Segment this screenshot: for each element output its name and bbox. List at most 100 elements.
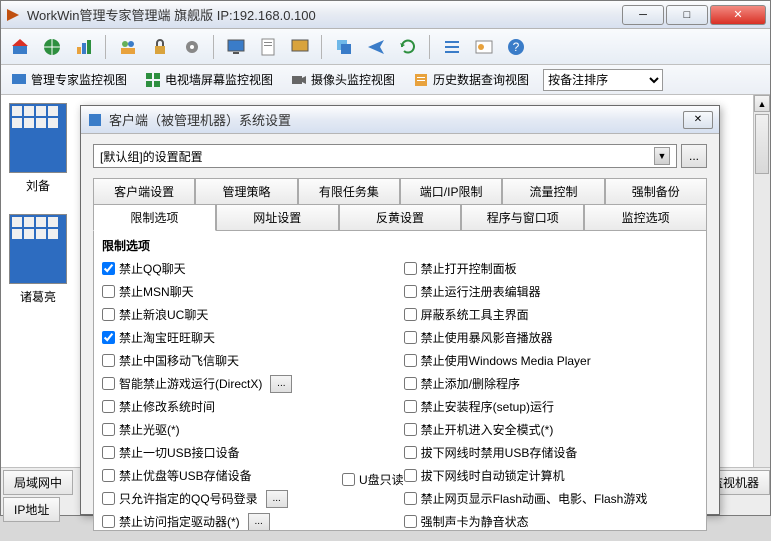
option-checkbox[interactable] (102, 423, 115, 436)
camera-view-label: 摄像头监控视图 (311, 71, 395, 88)
tool-list-icon[interactable] (439, 34, 465, 60)
client-name-label: 诸葛亮 (9, 288, 67, 305)
minimize-button[interactable]: ─ (622, 5, 664, 25)
ip-tab[interactable]: IP地址 (3, 497, 60, 522)
option-row: 禁止优盘等USB存储设备 (102, 465, 342, 486)
dialog-tab[interactable]: 网址设置 (216, 205, 339, 231)
option-checkbox[interactable] (404, 446, 417, 459)
option-label: 禁止安装程序(setup)运行 (421, 398, 554, 415)
option-label: 禁止添加/删除程序 (421, 375, 520, 392)
tool-users-icon[interactable] (115, 34, 141, 60)
tool-home-icon[interactable] (7, 34, 33, 60)
option-checkbox[interactable] (102, 515, 115, 528)
dialog-tabs: 客户端设置管理策略有限任务集端口/IP限制流量控制强制备份 限制选项网址设置反黄… (93, 178, 707, 231)
option-checkbox[interactable] (102, 262, 115, 275)
dialog-titlebar: 客户端（被管理机器）系统设置 ✕ (81, 106, 719, 134)
option-label: 只允许指定的QQ号码登录 (119, 490, 258, 507)
option-label: 禁止使用暴风影音播放器 (421, 329, 553, 346)
tool-chart-icon[interactable] (71, 34, 97, 60)
option-checkbox[interactable] (404, 492, 417, 505)
scroll-thumb[interactable] (755, 114, 769, 174)
config-combo[interactable]: [默认组]的设置配置 ▼ (93, 144, 677, 168)
option-label: 屏蔽系统工具主界面 (421, 306, 529, 323)
dialog-close-button[interactable]: ✕ (683, 111, 713, 129)
close-button[interactable]: ✕ (710, 5, 766, 25)
history-view-button[interactable]: 历史数据查询视图 (409, 69, 533, 90)
option-checkbox[interactable] (404, 308, 417, 321)
vertical-scrollbar[interactable]: ▲ (753, 95, 770, 467)
history-icon (413, 72, 429, 88)
tool-lock-icon[interactable] (147, 34, 173, 60)
tool-monitor-icon[interactable] (223, 34, 249, 60)
dialog-tab[interactable]: 有限任务集 (298, 178, 400, 205)
option-label: 禁止运行注册表编辑器 (421, 283, 541, 300)
option-checkbox[interactable] (404, 262, 417, 275)
tool-copy-icon[interactable] (331, 34, 357, 60)
option-config-button[interactable]: ... (266, 490, 288, 508)
option-checkbox[interactable] (404, 331, 417, 344)
options-left-column: 禁止QQ聊天禁止MSN聊天禁止新浪UC聊天禁止淘宝旺旺聊天禁止中国移动飞信聊天智… (102, 258, 342, 531)
scroll-up-icon[interactable]: ▲ (754, 95, 770, 112)
option-checkbox[interactable] (102, 377, 115, 390)
dialog-tab[interactable]: 限制选项 (93, 205, 216, 231)
option-checkbox[interactable] (404, 469, 417, 482)
option-checkbox[interactable] (404, 515, 417, 528)
option-row: 禁止淘宝旺旺聊天 (102, 327, 342, 348)
tool-card-icon[interactable] (471, 34, 497, 60)
option-row: 禁止中国移动飞信聊天 (102, 350, 342, 371)
option-checkbox[interactable] (404, 423, 417, 436)
main-toolbar: ? (1, 29, 770, 65)
toolbar-separator (213, 35, 215, 59)
section-title: 限制选项 (102, 237, 698, 254)
option-checkbox[interactable] (102, 492, 115, 505)
tool-doc-icon[interactable] (255, 34, 281, 60)
dialog-tab[interactable]: 客户端设置 (93, 178, 195, 205)
desktop-preview-icon (9, 214, 67, 284)
u-readonly-checkbox[interactable] (342, 473, 355, 486)
camera-view-button[interactable]: 摄像头监控视图 (287, 69, 399, 90)
option-checkbox[interactable] (404, 400, 417, 413)
option-label: 禁止网页显示Flash动画、电影、Flash游戏 (421, 490, 648, 507)
dialog-tab[interactable]: 端口/IP限制 (400, 178, 502, 205)
option-checkbox[interactable] (102, 285, 115, 298)
lan-tab[interactable]: 局域网中 (3, 470, 73, 495)
chevron-down-icon[interactable]: ▼ (654, 147, 670, 165)
option-checkbox[interactable] (102, 446, 115, 459)
maximize-button[interactable]: □ (666, 5, 708, 25)
option-label: 禁止使用Windows Media Player (421, 352, 591, 369)
expert-view-button[interactable]: 管理专家监控视图 (7, 69, 131, 90)
option-config-button[interactable]: ... (270, 375, 292, 393)
sort-select[interactable]: 按备注排序 (543, 69, 663, 91)
option-checkbox[interactable] (102, 354, 115, 367)
dialog-tab[interactable]: 管理策略 (195, 178, 297, 205)
tool-help-icon[interactable]: ? (503, 34, 529, 60)
tool-send-icon[interactable] (363, 34, 389, 60)
option-label: 禁止修改系统时间 (119, 398, 215, 415)
dialog-tab[interactable]: 反黄设置 (339, 205, 462, 231)
dialog-tab[interactable]: 监控选项 (584, 205, 707, 231)
option-row: 智能禁止游戏运行(DirectX)... (102, 373, 342, 394)
option-config-button[interactable]: ... (248, 513, 270, 531)
tool-gear-icon[interactable] (179, 34, 205, 60)
option-label: 禁止光驱(*) (119, 421, 180, 438)
option-checkbox[interactable] (404, 285, 417, 298)
option-checkbox[interactable] (102, 400, 115, 413)
option-checkbox[interactable] (102, 469, 115, 482)
dialog-tab[interactable]: 强制备份 (605, 178, 707, 205)
client-thumbnail[interactable]: 刘备 (9, 103, 67, 194)
tool-globe-icon[interactable] (39, 34, 65, 60)
option-checkbox[interactable] (404, 354, 417, 367)
option-row: 禁止网页显示Flash动画、电影、Flash游戏 (404, 488, 694, 509)
dialog-tab[interactable]: 流量控制 (502, 178, 604, 205)
monitor-icon (11, 72, 27, 88)
client-thumbnail[interactable]: 诸葛亮 (9, 214, 67, 305)
option-checkbox[interactable] (404, 377, 417, 390)
option-checkbox[interactable] (102, 308, 115, 321)
history-view-label: 历史数据查询视图 (433, 71, 529, 88)
tool-screen-icon[interactable] (287, 34, 313, 60)
dialog-tab[interactable]: 程序与窗口项 (461, 205, 584, 231)
browse-button[interactable]: ... (681, 144, 707, 168)
tool-refresh-icon[interactable] (395, 34, 421, 60)
option-checkbox[interactable] (102, 331, 115, 344)
videowall-view-button[interactable]: 电视墙屏幕监控视图 (141, 69, 277, 90)
